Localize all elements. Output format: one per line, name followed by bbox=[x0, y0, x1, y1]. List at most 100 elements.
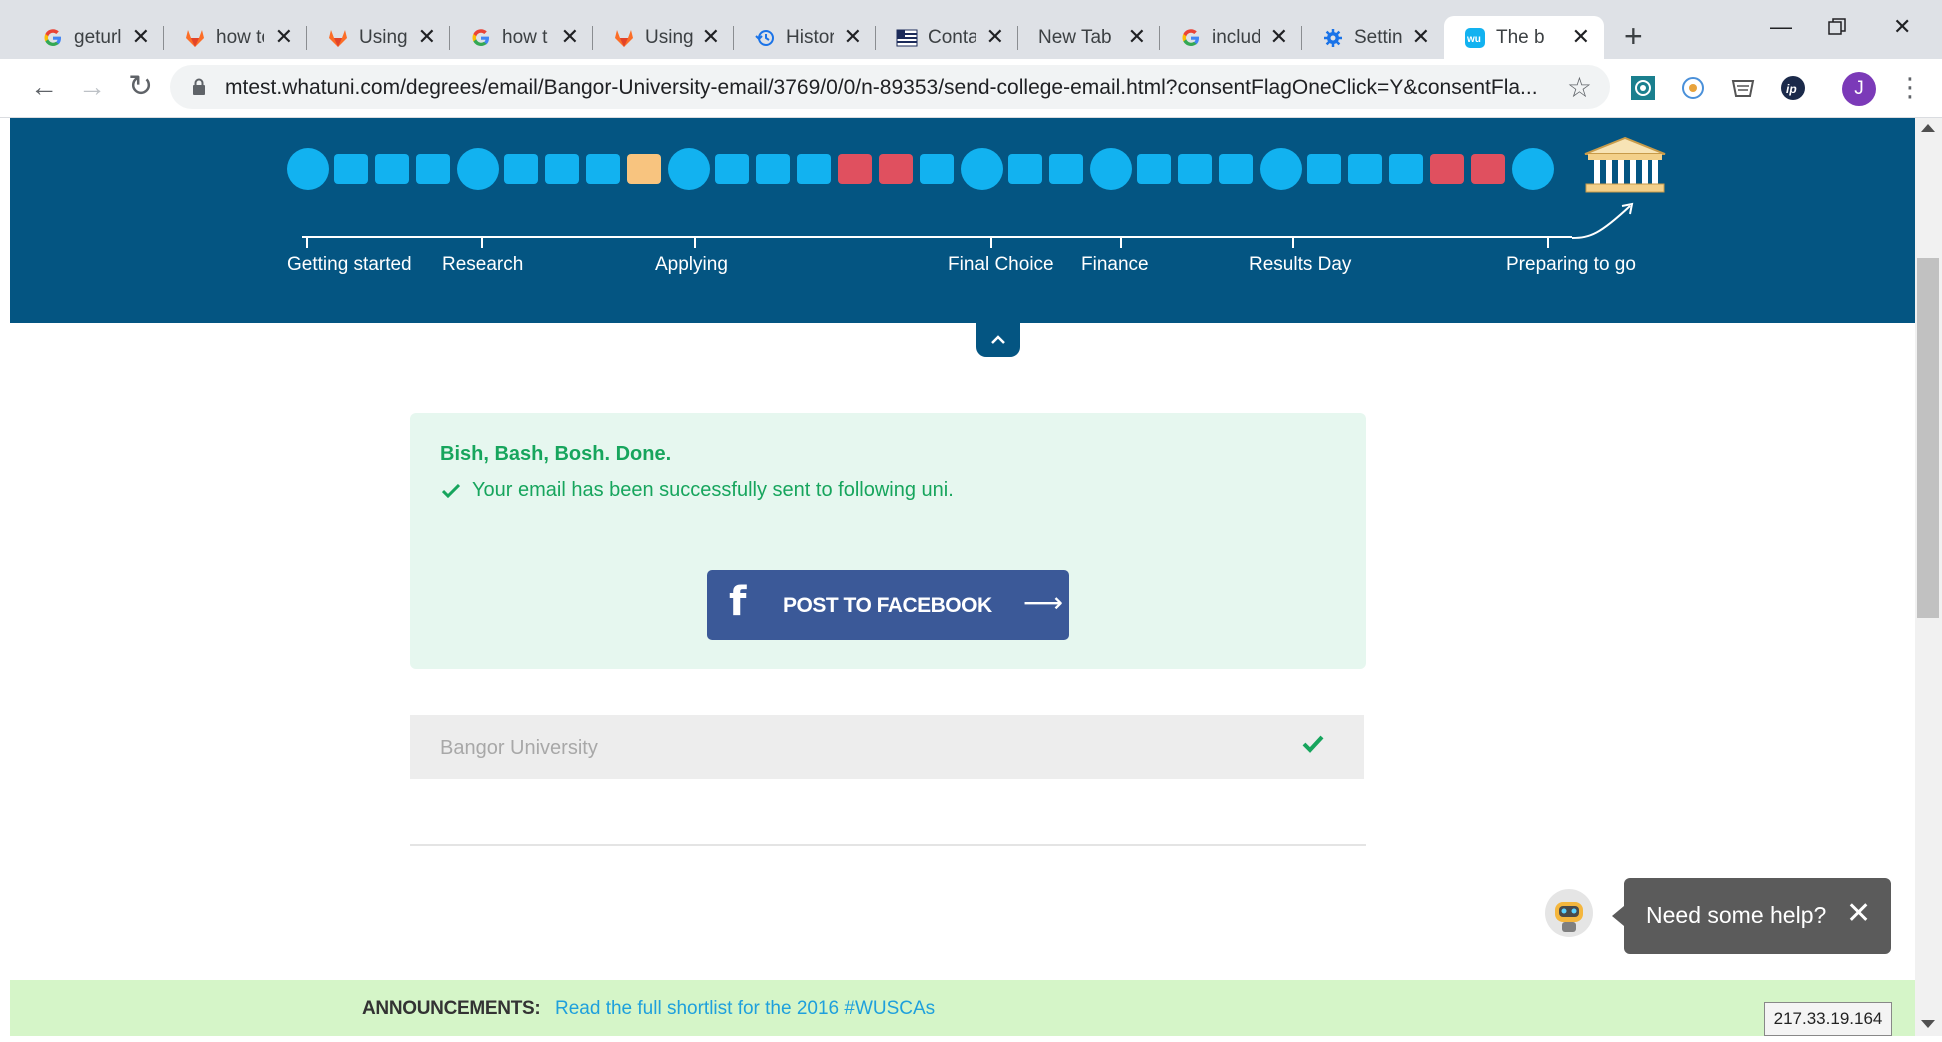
timeline-stage-label[interactable]: Results Day bbox=[1249, 254, 1351, 276]
timeline-step[interactable] bbox=[961, 148, 1003, 190]
close-tab-icon[interactable]: ✕ bbox=[132, 25, 150, 49]
close-tab-icon[interactable]: ✕ bbox=[561, 25, 579, 49]
close-tab-icon[interactable]: ✕ bbox=[844, 25, 862, 49]
timeline-step[interactable] bbox=[756, 154, 790, 184]
browser-tab[interactable]: New Tab ✕ bbox=[1018, 16, 1160, 59]
restore-icon[interactable] bbox=[1828, 18, 1846, 40]
timeline-step[interactable] bbox=[504, 154, 538, 184]
timeline-step[interactable] bbox=[1178, 154, 1212, 184]
help-bot-icon[interactable] bbox=[1544, 888, 1594, 938]
timeline-step[interactable] bbox=[1389, 154, 1423, 184]
forward-icon[interactable]: → bbox=[78, 71, 106, 103]
close-tab-icon[interactable]: ✕ bbox=[1412, 25, 1430, 49]
timeline-step[interactable] bbox=[1090, 148, 1132, 190]
close-window-icon[interactable]: ✕ bbox=[1893, 16, 1911, 38]
timeline-stage-label[interactable]: Final Choice bbox=[948, 254, 1054, 276]
google-icon bbox=[42, 27, 64, 49]
timeline-step[interactable] bbox=[1307, 154, 1341, 184]
timeline-step[interactable] bbox=[879, 154, 913, 184]
post-to-facebook-label: POST TO FACEBOOK bbox=[783, 594, 992, 617]
timeline-stage-label[interactable]: Preparing to go bbox=[1506, 254, 1636, 276]
timeline-step[interactable] bbox=[1137, 154, 1171, 184]
svg-text:wu: wu bbox=[1466, 34, 1481, 45]
timeline-step[interactable] bbox=[1471, 154, 1505, 184]
announcements-link[interactable]: Read the full shortlist for the 2016 #WU… bbox=[555, 998, 935, 1020]
close-tab-icon[interactable]: ✕ bbox=[702, 25, 720, 49]
timeline-step[interactable] bbox=[457, 148, 499, 190]
browser-tab[interactable]: Histor ✕ bbox=[734, 16, 876, 59]
timeline-stage-label[interactable]: Applying bbox=[655, 254, 728, 276]
timeline-step[interactable] bbox=[1512, 148, 1554, 190]
browser-tab[interactable]: geturl ✕ bbox=[22, 16, 164, 59]
new-tab-button[interactable]: + bbox=[1624, 20, 1643, 52]
browser-tab[interactable]: how t ✕ bbox=[450, 16, 593, 59]
timeline-step[interactable] bbox=[1049, 154, 1083, 184]
extension-icon-1[interactable] bbox=[1628, 73, 1658, 103]
timeline-step[interactable] bbox=[375, 154, 409, 184]
browser-tab[interactable]: Using ✕ bbox=[593, 16, 734, 59]
timeline-stage-label[interactable]: Finance bbox=[1081, 254, 1149, 276]
extension-icon-3[interactable] bbox=[1728, 73, 1758, 103]
browser-tab[interactable]: Settin ✕ bbox=[1302, 16, 1444, 59]
tab-title: The b bbox=[1496, 26, 1544, 48]
progress-timeline: Getting started Research Applying Final Cho… bbox=[10, 118, 1915, 323]
timeline-step[interactable] bbox=[1430, 154, 1464, 184]
post-to-facebook-button[interactable]: f POST TO FACEBOOK ⟶ bbox=[707, 570, 1069, 640]
timeline-step[interactable] bbox=[668, 148, 710, 190]
announcements-bar: ANNOUNCEMENTS: Read the full shortlist f… bbox=[10, 980, 1915, 1036]
timeline-step[interactable] bbox=[920, 154, 954, 184]
timeline-step[interactable] bbox=[715, 154, 749, 184]
bookmark-star-icon[interactable]: ☆ bbox=[1567, 71, 1592, 104]
minimize-icon[interactable]: — bbox=[1770, 16, 1792, 38]
extension-icon-4[interactable]: ip bbox=[1778, 73, 1808, 103]
gitlab-icon bbox=[613, 27, 635, 49]
timeline-step[interactable] bbox=[1219, 154, 1253, 184]
timeline-step[interactable] bbox=[416, 154, 450, 184]
timeline-step[interactable] bbox=[1260, 148, 1302, 190]
tab-title: Settin bbox=[1354, 26, 1402, 48]
scroll-up-arrow-icon[interactable] bbox=[1921, 124, 1935, 132]
scrollbar-thumb[interactable] bbox=[1917, 258, 1939, 618]
close-tab-icon[interactable]: ✕ bbox=[418, 25, 436, 49]
timeline-step[interactable] bbox=[627, 154, 661, 184]
gitlab-icon bbox=[184, 27, 206, 49]
browser-tab[interactable]: wu The b ✕ bbox=[1444, 16, 1604, 59]
google-icon bbox=[470, 27, 492, 49]
close-tab-icon[interactable]: ✕ bbox=[1572, 25, 1590, 49]
scroll-down-arrow-icon[interactable] bbox=[1921, 1020, 1935, 1028]
timeline-step[interactable] bbox=[797, 154, 831, 184]
timeline-stage-label[interactable]: Getting started bbox=[287, 254, 412, 276]
timeline-step[interactable] bbox=[1008, 154, 1042, 184]
timeline-step[interactable] bbox=[1348, 154, 1382, 184]
page-viewport: Getting started Research Applying Final Cho… bbox=[10, 118, 1915, 1036]
browser-tab[interactable]: how to ✕ bbox=[164, 16, 307, 59]
collapse-timeline-button[interactable] bbox=[976, 323, 1020, 357]
close-tab-icon[interactable]: ✕ bbox=[1128, 25, 1146, 49]
address-bar[interactable]: mtest.whatuni.com/degrees/email/Bangor-U… bbox=[170, 65, 1610, 109]
close-tab-icon[interactable]: ✕ bbox=[1270, 25, 1288, 49]
reload-icon[interactable]: ↻ bbox=[128, 71, 153, 103]
chrome-menu-icon[interactable]: ⋮ bbox=[1897, 72, 1923, 102]
back-icon[interactable]: ← bbox=[30, 71, 58, 103]
timeline-track bbox=[302, 236, 1572, 238]
chevron-up-icon bbox=[991, 335, 1005, 344]
timeline-step[interactable] bbox=[586, 154, 620, 184]
extension-icon-2[interactable] bbox=[1678, 73, 1708, 103]
profile-avatar[interactable]: J bbox=[1842, 72, 1876, 106]
timeline-step[interactable] bbox=[334, 154, 368, 184]
timeline-step[interactable] bbox=[545, 154, 579, 184]
whatuni-icon: wu bbox=[1464, 27, 1486, 49]
gitlab-icon bbox=[327, 27, 349, 49]
browser-tab[interactable]: Using ✕ bbox=[307, 16, 450, 59]
timeline-stage-label[interactable]: Research bbox=[442, 254, 523, 276]
help-bubble[interactable]: Need some help? ✕ bbox=[1612, 878, 1891, 954]
timeline-step[interactable] bbox=[838, 154, 872, 184]
browser-tab[interactable]: Conta ✕ bbox=[876, 16, 1018, 59]
close-icon[interactable]: ✕ bbox=[1846, 898, 1871, 930]
close-tab-icon[interactable]: ✕ bbox=[275, 25, 293, 49]
tab-title: how t bbox=[502, 26, 548, 48]
close-tab-icon[interactable]: ✕ bbox=[986, 25, 1004, 49]
scrollbar[interactable] bbox=[1915, 118, 1942, 1036]
browser-tab[interactable]: includ ✕ bbox=[1160, 16, 1302, 59]
timeline-step[interactable] bbox=[287, 148, 329, 190]
